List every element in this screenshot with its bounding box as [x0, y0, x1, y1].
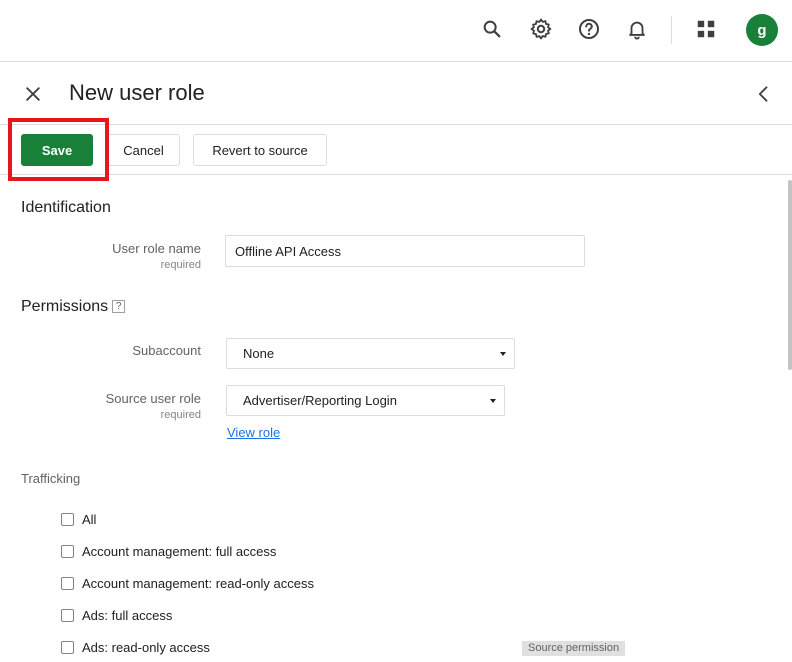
help-icon[interactable] — [575, 15, 603, 43]
chevron-left-icon[interactable] — [752, 82, 776, 106]
checkbox-label: Ads: read-only access — [82, 639, 210, 655]
view-role-link[interactable]: View role — [227, 425, 280, 440]
checkbox[interactable] — [61, 640, 74, 654]
checkbox-row-ads-read-only[interactable]: Ads: read-only access — [61, 638, 210, 656]
scrollbar-thumb[interactable] — [788, 180, 792, 370]
caret-down-icon — [490, 399, 496, 403]
permissions-help-icon[interactable]: ? — [112, 300, 126, 313]
search-icon[interactable] — [478, 15, 506, 43]
checkbox[interactable] — [61, 544, 74, 558]
user-role-name-label-text: User role name — [112, 241, 201, 256]
trafficking-subhead: Trafficking — [21, 471, 81, 486]
checkbox-label: Account management: read-only access — [82, 575, 314, 591]
source-user-role-value: Advertiser/Reporting Login — [243, 393, 397, 408]
bell-icon[interactable] — [623, 15, 651, 43]
cancel-button[interactable]: Cancel — [107, 134, 180, 166]
checkbox-row-all[interactable]: All — [61, 510, 96, 528]
avatar[interactable]: g — [746, 14, 778, 46]
page-title: New user role — [69, 80, 205, 105]
checkbox-label: Account management: full access — [82, 543, 277, 559]
gear-icon[interactable] — [527, 15, 555, 43]
subaccount-value: None — [243, 346, 275, 361]
source-permission-tag: Source permission — [522, 641, 626, 656]
checkbox[interactable] — [61, 608, 74, 622]
close-icon[interactable] — [20, 81, 46, 107]
checkbox-row-account-management-read-only[interactable]: Account management: read-only access — [61, 574, 314, 592]
subaccount-select[interactable]: None — [226, 338, 515, 369]
checkbox[interactable] — [61, 576, 74, 590]
user-role-name-label: User role name required — [21, 241, 201, 271]
save-button[interactable]: Save — [21, 134, 93, 166]
topbar-divider — [671, 16, 672, 44]
checkbox-row-account-management-full[interactable]: Account management: full access — [61, 542, 276, 560]
checkbox[interactable] — [61, 512, 74, 526]
action-toolbar: Save Cancel Revert to source — [0, 125, 792, 175]
apps-grid-icon[interactable] — [692, 15, 720, 43]
permissions-title-text: Permissions — [21, 298, 109, 315]
identification-section-title: Identification — [21, 199, 111, 216]
checkbox-label: Ads: full access — [82, 607, 173, 623]
source-user-role-label-text: Source user role — [105, 391, 201, 406]
required-hint: required — [160, 409, 201, 421]
revert-to-source-button[interactable]: Revert to source — [193, 134, 327, 166]
permissions-section-title: Permissions? — [21, 298, 126, 316]
required-hint: required — [160, 259, 201, 271]
subaccount-label: Subaccount — [132, 343, 201, 358]
panel-header: New user role — [0, 62, 792, 125]
caret-down-icon — [500, 352, 506, 356]
top-app-bar: g — [0, 0, 792, 62]
source-user-role-select[interactable]: Advertiser/Reporting Login — [226, 385, 505, 416]
source-user-role-label: Source user role required — [21, 391, 201, 421]
checkbox-label: All — [82, 511, 97, 527]
user-role-name-input[interactable] — [225, 235, 585, 267]
checkbox-row-ads-full[interactable]: Ads: full access — [61, 606, 172, 624]
